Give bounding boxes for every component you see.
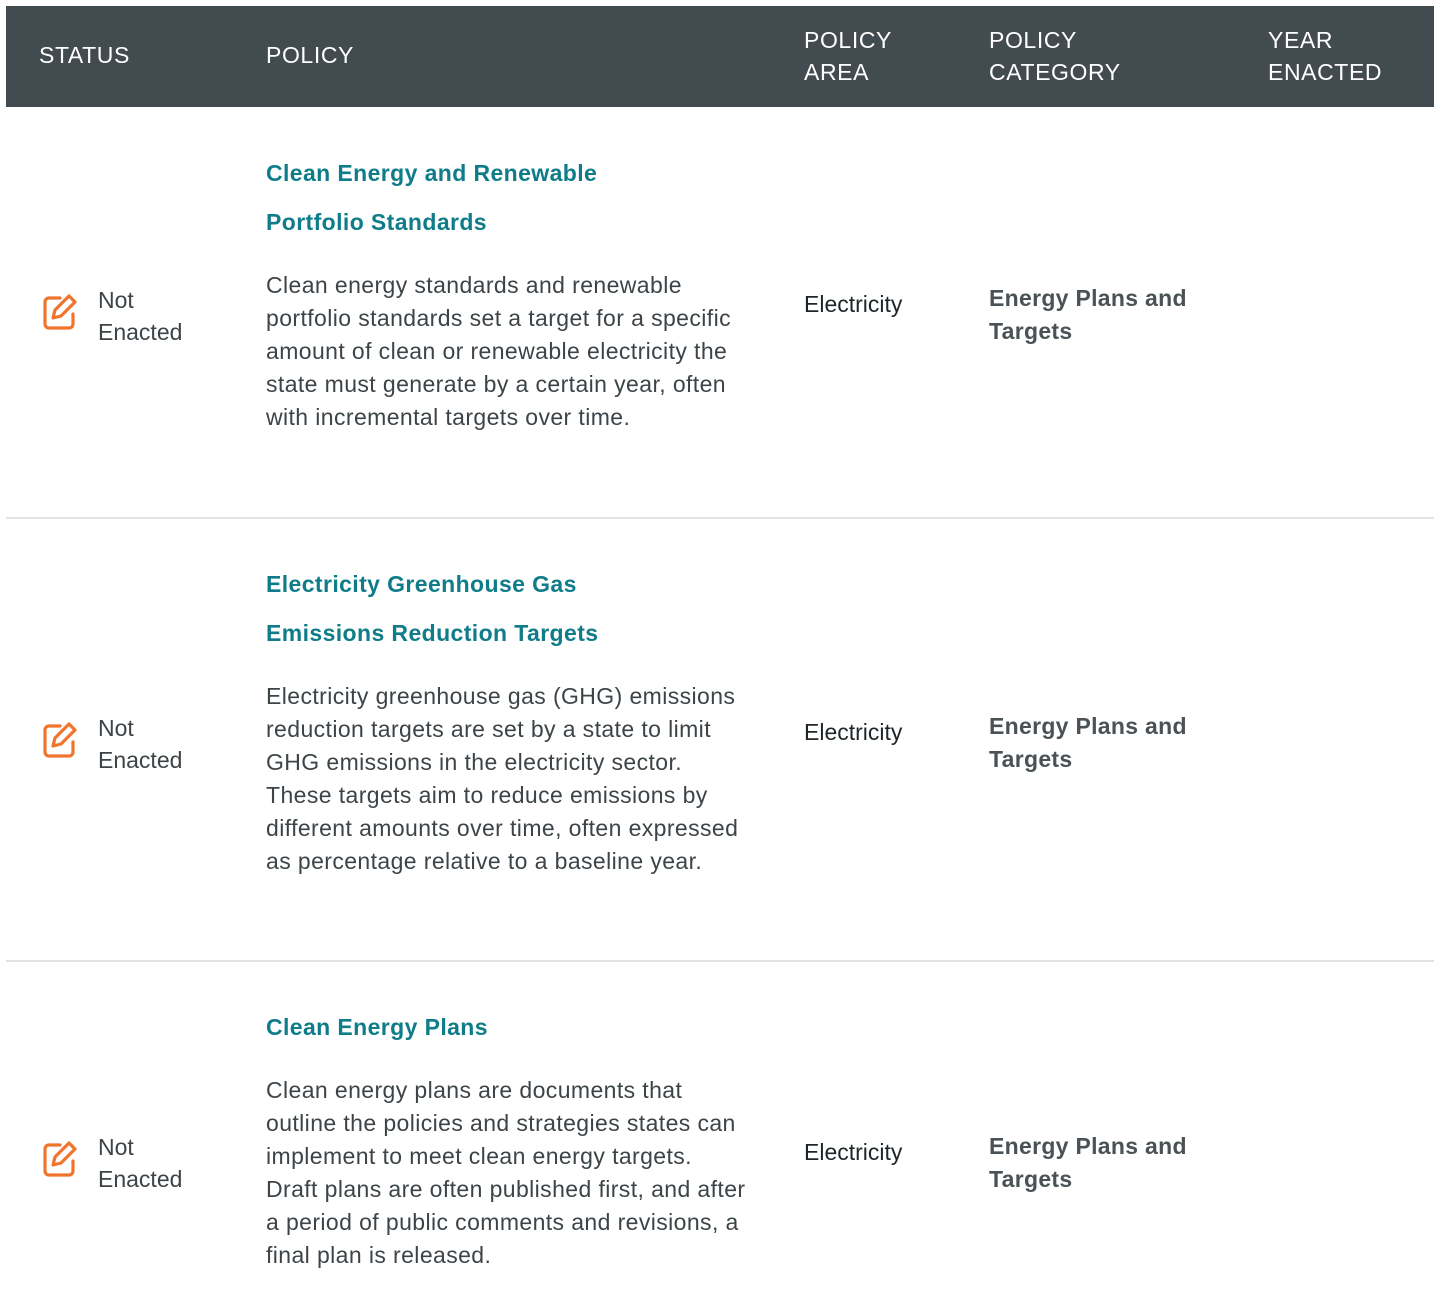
status-cell: Not Enacted — [40, 284, 208, 348]
status-cell: Not Enacted — [40, 1131, 208, 1195]
policy-title-line: Electricity Greenhouse Gas — [266, 571, 577, 597]
policy-description: Clean energy plans are documents that ou… — [266, 1077, 746, 1268]
policy-cell: Electricity Greenhouse Gas Emissions Red… — [266, 560, 746, 878]
column-header-policy[interactable]: POLICY — [266, 39, 416, 71]
policy-area: Electricity — [804, 291, 903, 317]
policy-title-line: Portfolio Standards — [266, 209, 488, 235]
policy-category: Energy Plans and Targets — [989, 713, 1187, 772]
table-row: Not Enacted Clean Energy Plans Clean ene… — [6, 962, 1434, 1302]
table-row: Not Enacted Clean Energy and Renewable P… — [6, 107, 1434, 519]
policy-area: Electricity — [804, 1139, 903, 1165]
status-label: Not Enacted — [98, 1134, 183, 1192]
policy-category: Energy Plans and Targets — [989, 285, 1187, 344]
status-label: Not Enacted — [98, 715, 183, 773]
column-header-status[interactable]: STATUS — [39, 39, 189, 71]
policy-area: Electricity — [804, 719, 903, 745]
policy-title-line: Clean Energy and Renewable — [266, 160, 598, 186]
status-cell: Not Enacted — [40, 712, 208, 776]
table-header: STATUS POLICY POLICY AREA POLICY CATEGOR… — [6, 6, 1434, 107]
column-header-year-enacted[interactable]: YEAR ENACTED — [1268, 24, 1418, 88]
edit-icon — [43, 294, 77, 330]
policy-title-link[interactable]: Electricity Greenhouse Gas Emissions Red… — [266, 560, 746, 658]
policy-description: Clean energy standards and renewable por… — [266, 272, 731, 430]
status-label: Not Enacted — [98, 287, 183, 345]
policy-cell: Clean Energy Plans Clean energy plans ar… — [266, 1003, 746, 1272]
table-row: Not Enacted Electricity Greenhouse Gas E… — [6, 519, 1434, 962]
policy-table: STATUS POLICY POLICY AREA POLICY CATEGOR… — [6, 6, 1434, 1302]
policy-title-line: Emissions Reduction Targets — [266, 620, 599, 646]
edit-icon — [43, 1141, 77, 1177]
column-header-policy-category[interactable]: POLICY CATEGORY — [989, 24, 1139, 88]
policy-title-link[interactable]: Clean Energy Plans — [266, 1003, 746, 1052]
policy-category: Energy Plans and Targets — [989, 1133, 1187, 1192]
edit-icon — [43, 722, 77, 758]
policy-description: Electricity greenhouse gas (GHG) emissio… — [266, 683, 739, 874]
column-header-policy-area[interactable]: POLICY AREA — [804, 24, 954, 88]
policy-title-line: Clean Energy Plans — [266, 1014, 488, 1040]
policy-title-link[interactable]: Clean Energy and Renewable Portfolio Sta… — [266, 149, 746, 247]
policy-cell: Clean Energy and Renewable Portfolio Sta… — [266, 149, 746, 434]
